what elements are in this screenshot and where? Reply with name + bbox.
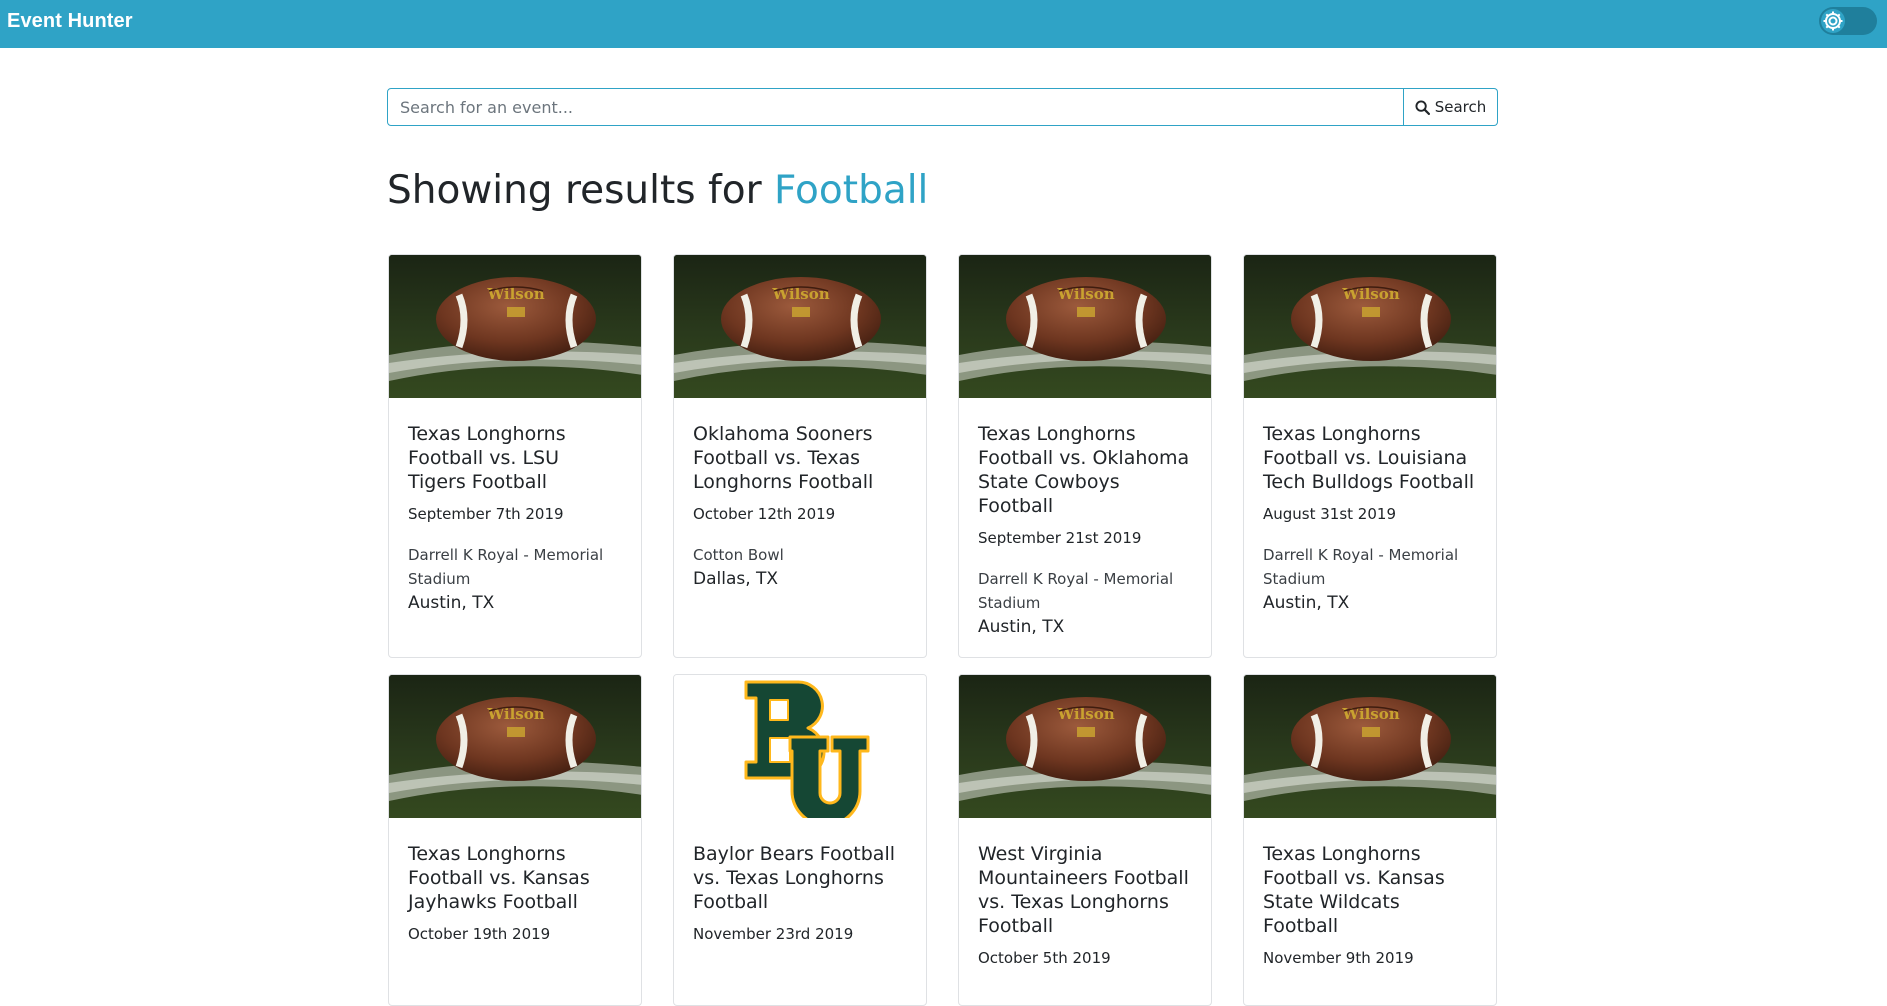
event-date: November 9th 2019 — [1263, 949, 1414, 967]
search-button[interactable]: Search — [1404, 88, 1498, 126]
event-card[interactable]: Wilson Texas Longhorns Football vs. LSU … — [388, 254, 642, 658]
football-image: Wilson — [389, 255, 641, 398]
event-card[interactable]: Wilson West Virginia Mountaineers Footba… — [958, 674, 1212, 1006]
event-date: September 21st 2019 — [978, 529, 1142, 547]
event-card-body: Texas Longhorns Football vs. Kansas Stat… — [1244, 818, 1496, 1005]
event-date: September 7th 2019 — [408, 505, 564, 523]
event-card[interactable]: Wilson Oklahoma Sooners Football vs. Tex… — [673, 254, 927, 658]
event-title[interactable]: Texas Longhorns Football vs. Kansas Stat… — [1263, 842, 1477, 938]
event-venue: Cotton Bowl — [693, 546, 784, 564]
search-button-label: Search — [1434, 98, 1487, 116]
event-title[interactable]: West Virginia Mountaineers Football vs. … — [978, 842, 1192, 938]
event-title[interactable]: Texas Longhorns Football vs. LSU Tigers … — [408, 422, 622, 494]
results-heading: Showing results for Football — [387, 168, 928, 213]
event-card[interactable]: Baylor Bears Football vs. Texas Longhorn… — [673, 674, 927, 1006]
event-card-image[interactable]: Wilson — [674, 255, 926, 398]
results-search-term: Football — [774, 168, 929, 213]
event-date: November 23rd 2019 — [693, 925, 854, 943]
event-venue: Darrell K Royal - Memorial Stadium — [978, 570, 1174, 612]
event-date: October 12th 2019 — [693, 505, 836, 523]
event-city: Austin, TX — [408, 593, 495, 613]
event-card-body: Texas Longhorns Football vs. Oklahoma St… — [959, 398, 1211, 657]
football-image: Wilson — [959, 255, 1211, 398]
search-input[interactable] — [387, 88, 1404, 126]
event-card-body: Texas Longhorns Football vs. LSU Tigers … — [389, 398, 641, 633]
baylor-logo-image — [744, 680, 870, 818]
event-title[interactable]: Texas Longhorns Football vs. Kansas Jayh… — [408, 842, 622, 914]
event-card-image[interactable]: Wilson — [389, 675, 641, 818]
football-image: Wilson — [959, 675, 1211, 818]
event-card-body: Baylor Bears Football vs. Texas Longhorn… — [674, 818, 926, 981]
event-card-image[interactable]: Wilson — [389, 255, 641, 398]
event-card-image[interactable]: Wilson — [1244, 675, 1496, 818]
event-city: Austin, TX — [1263, 593, 1350, 613]
event-date: October 5th 2019 — [978, 949, 1111, 967]
search-bar: Search — [387, 88, 1498, 126]
event-date: October 19th 2019 — [408, 925, 551, 943]
football-image: Wilson — [674, 255, 926, 398]
football-image: Wilson — [389, 675, 641, 818]
search-icon — [1415, 99, 1430, 115]
event-title[interactable]: Baylor Bears Football vs. Texas Longhorn… — [693, 842, 907, 914]
event-card[interactable]: Wilson Texas Longhorns Football vs. Kans… — [388, 674, 642, 1006]
football-image: Wilson — [1244, 675, 1496, 818]
event-card-image[interactable]: Wilson — [1244, 255, 1496, 398]
event-card[interactable]: Wilson Texas Longhorns Football vs. Kans… — [1243, 674, 1497, 1006]
top-navbar: Event Hunter — [0, 0, 1887, 48]
event-card-body: Texas Longhorns Football vs. Kansas Jayh… — [389, 818, 641, 981]
gear-icon — [1823, 11, 1843, 31]
event-card-body: Texas Longhorns Football vs. Louisiana T… — [1244, 398, 1496, 633]
event-title[interactable]: Texas Longhorns Football vs. Louisiana T… — [1263, 422, 1477, 494]
event-card-image[interactable]: Wilson — [959, 255, 1211, 398]
event-grid: Wilson Texas Longhorns Football vs. LSU … — [388, 254, 1498, 1006]
event-date: August 31st 2019 — [1263, 505, 1396, 523]
event-card[interactable]: Wilson Texas Longhorns Football vs. Okla… — [958, 254, 1212, 658]
event-city: Austin, TX — [978, 617, 1065, 637]
event-card-body: West Virginia Mountaineers Football vs. … — [959, 818, 1211, 1005]
event-card-image[interactable] — [674, 675, 926, 818]
event-venue: Darrell K Royal - Memorial Stadium — [1263, 546, 1459, 588]
settings-toggle[interactable] — [1819, 7, 1877, 35]
football-image: Wilson — [1244, 255, 1496, 398]
event-card-image[interactable]: Wilson — [959, 675, 1211, 818]
event-card-body: Oklahoma Sooners Football vs. Texas Long… — [674, 398, 926, 609]
event-title[interactable]: Texas Longhorns Football vs. Oklahoma St… — [978, 422, 1192, 518]
event-city: Dallas, TX — [693, 569, 779, 589]
event-card[interactable]: Wilson Texas Longhorns Football vs. Loui… — [1243, 254, 1497, 658]
brand-title[interactable]: Event Hunter — [7, 10, 133, 33]
results-heading-prefix: Showing results for — [387, 168, 775, 213]
event-title[interactable]: Oklahoma Sooners Football vs. Texas Long… — [693, 422, 907, 494]
event-venue: Darrell K Royal - Memorial Stadium — [408, 546, 604, 588]
